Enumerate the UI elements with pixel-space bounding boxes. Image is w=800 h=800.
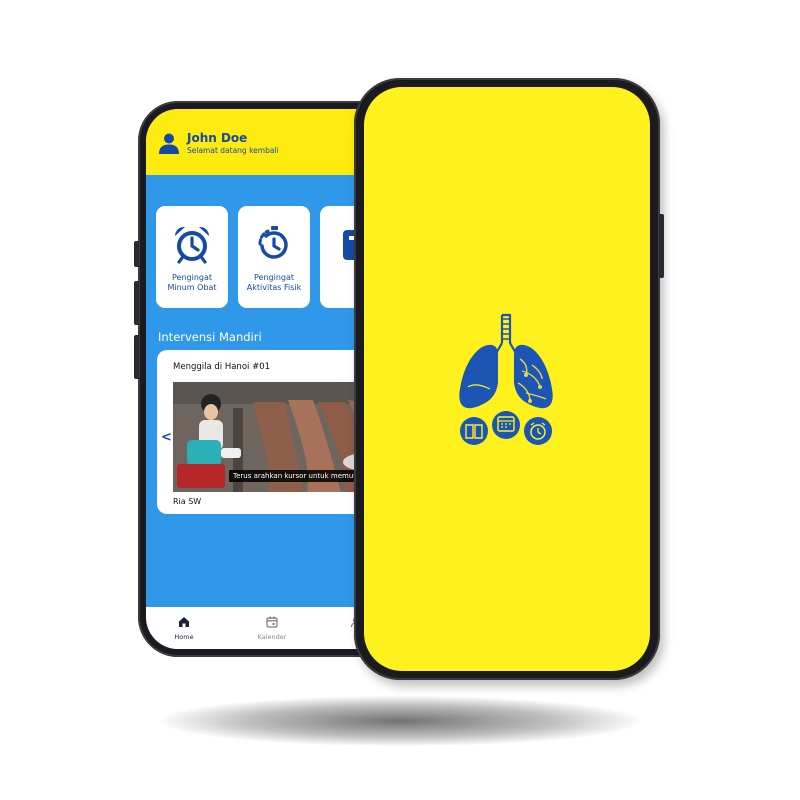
card-label: Pengingat Minum Obat (167, 273, 217, 292)
video-author: Ria SW (173, 497, 202, 506)
home-icon (178, 613, 190, 632)
phone-side-button (134, 241, 139, 267)
calendar-icon (266, 613, 278, 632)
phone-front (354, 78, 664, 680)
card-medication-reminder[interactable]: Pengingat Minum Obat (156, 206, 228, 308)
video-caption: Terus arahkan kursor untuk memutar (229, 470, 368, 482)
greeting-text: Selamat datang kembali (187, 146, 279, 155)
phone-side-button (134, 335, 139, 379)
floor-shadow (160, 696, 640, 746)
card-label: Pengingat Aktivitas Fisik (246, 273, 302, 292)
lungs-logo-icon (456, 313, 556, 457)
phone-side-button (659, 214, 664, 278)
nav-item-home[interactable]: Home (154, 613, 214, 641)
nav-label: Kalender (257, 633, 287, 641)
prev-video-button[interactable]: < (161, 430, 172, 445)
section-title: Intervensi Mandiri (158, 330, 262, 344)
splash-screen (364, 87, 650, 671)
video-title: Menggila di Hanoi #01 (173, 362, 271, 372)
phone-side-button (134, 281, 139, 325)
user-icon[interactable] (157, 131, 181, 155)
alarm-clock-icon (172, 224, 212, 268)
nav-label: Home (174, 633, 194, 641)
user-name: John Doe (187, 131, 248, 145)
card-activity-reminder[interactable]: Pengingat Aktivitas Fisik (238, 206, 310, 308)
timer-clock-icon (254, 224, 294, 268)
nav-item-calendar[interactable]: Kalender (242, 613, 302, 641)
